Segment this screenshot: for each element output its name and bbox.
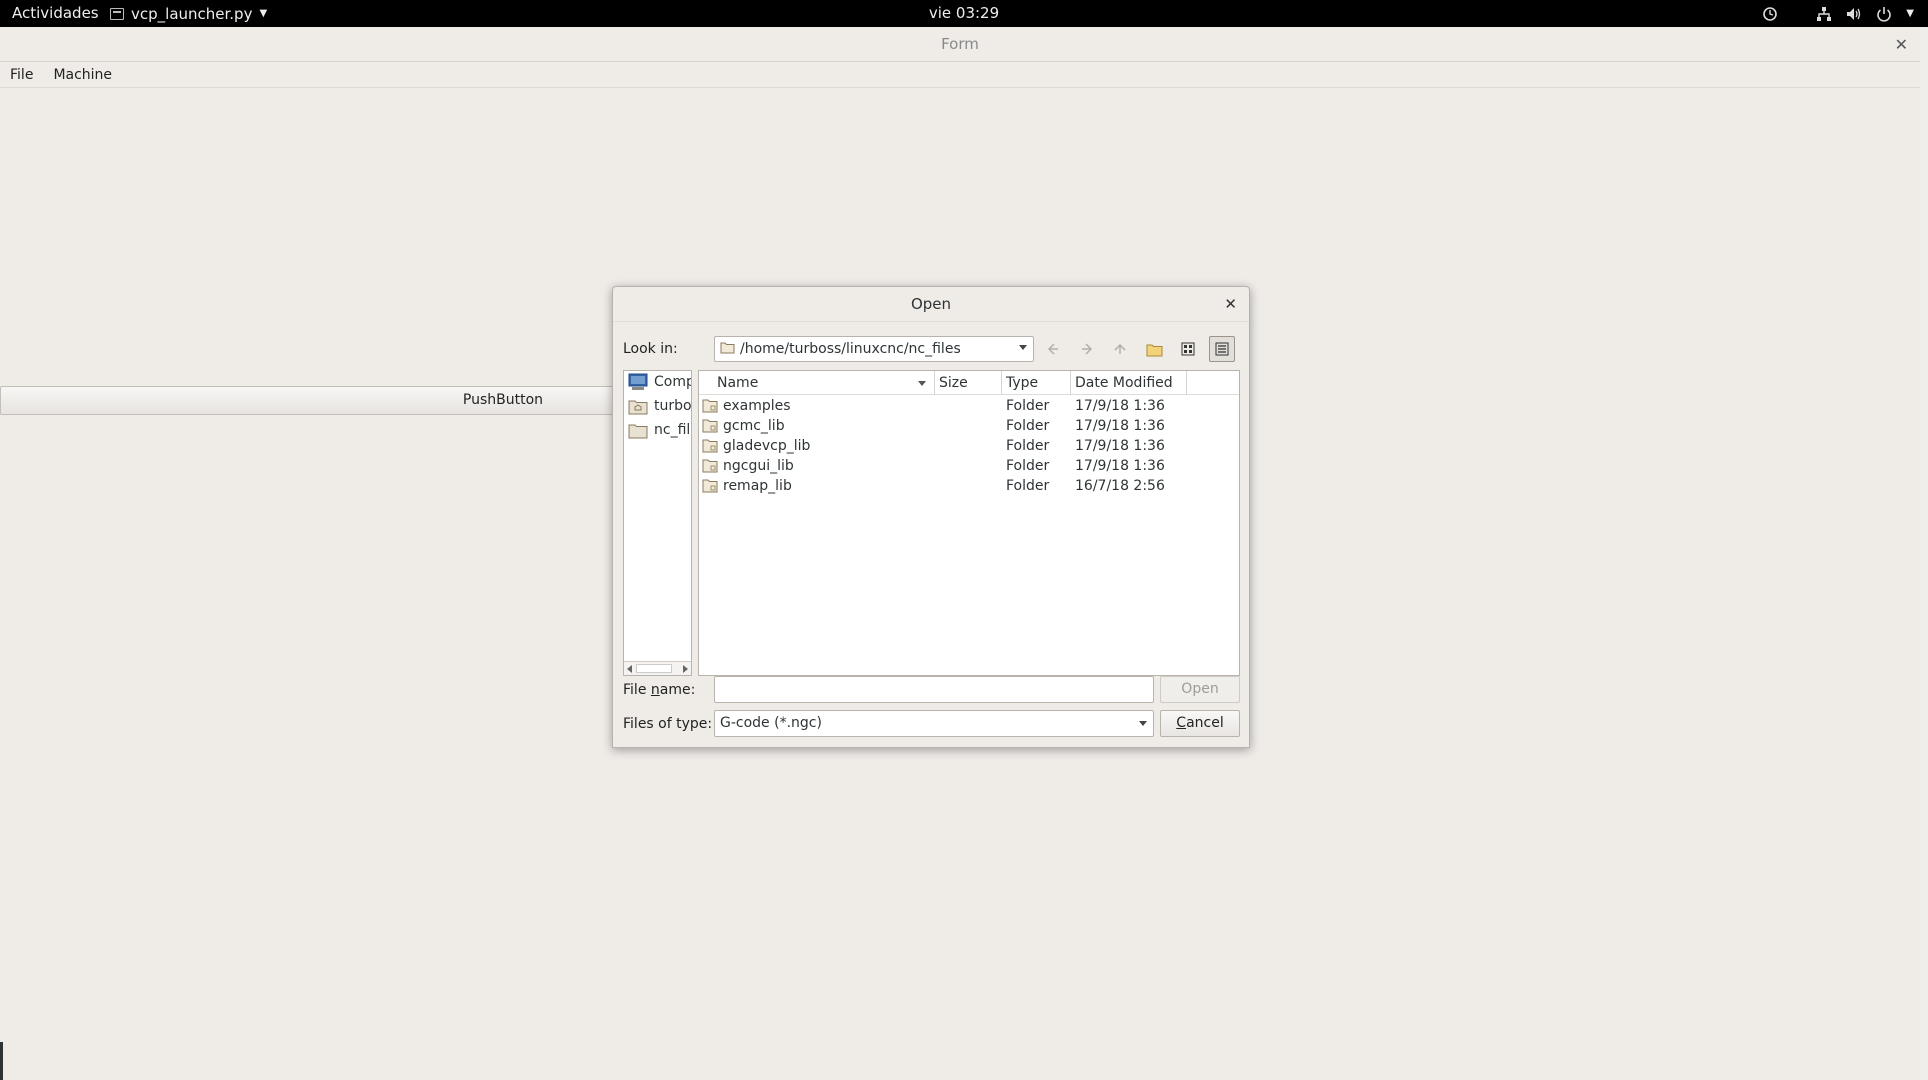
file-date: 17/9/18 1:36 xyxy=(1075,438,1165,454)
file-list: Name Size Type Date Modified examples Fo… xyxy=(698,370,1240,676)
sort-descending-icon xyxy=(918,381,926,386)
file-row[interactable]: ngcgui_lib Folder 17/9/18 1:36 xyxy=(699,456,1239,476)
file-name-label: File name: xyxy=(623,682,696,698)
clock[interactable]: vie 03:29 xyxy=(0,0,1928,27)
sidebar-item-label: turbo xyxy=(654,398,692,414)
app-menu[interactable]: vcp_launcher.py ▼ xyxy=(110,0,267,27)
chevron-down-icon[interactable] xyxy=(1019,345,1027,350)
folder-icon xyxy=(702,478,718,498)
files-of-type-combo[interactable]: G-code (*.ngc) xyxy=(714,710,1154,737)
menu-file[interactable]: File xyxy=(10,67,33,83)
computer-icon xyxy=(628,373,648,390)
chevron-down-icon: ▼ xyxy=(259,7,268,19)
file-name: ngcgui_lib xyxy=(723,458,794,474)
sidebar-item-label: Comp xyxy=(654,374,692,390)
close-icon[interactable]: ✕ xyxy=(1895,27,1908,62)
places-sidebar: Comp turbo nc_fil xyxy=(623,370,692,676)
open-button[interactable]: Open xyxy=(1160,676,1240,703)
app-menu-label: vcp_launcher.py xyxy=(131,4,253,23)
look-in-path: /home/turboss/linuxcnc/nc_files xyxy=(740,341,961,357)
file-name: examples xyxy=(723,398,791,414)
dialog-title: Open xyxy=(910,295,952,313)
file-date: 16/7/18 2:56 xyxy=(1075,478,1165,494)
file-name: gcmc_lib xyxy=(723,418,785,434)
folder-icon xyxy=(720,341,735,358)
new-folder-button[interactable] xyxy=(1141,336,1167,362)
folder-icon xyxy=(702,398,718,418)
file-row[interactable]: gcmc_lib Folder 17/9/18 1:36 xyxy=(699,416,1239,436)
window-titlebar[interactable]: Form ✕ xyxy=(0,27,1920,62)
list-view-button[interactable] xyxy=(1175,336,1201,362)
folder-icon xyxy=(702,438,718,458)
detail-view-button[interactable] xyxy=(1209,336,1235,362)
sidebar-scrollbar[interactable] xyxy=(624,661,691,675)
back-arrow-icon xyxy=(1047,343,1058,355)
file-row[interactable]: gladevcp_lib Folder 17/9/18 1:36 xyxy=(699,436,1239,456)
system-tray[interactable]: ▼ xyxy=(1762,0,1914,27)
sidebar-item-nc-files[interactable]: nc_fil xyxy=(628,419,690,441)
file-type: Folder xyxy=(1006,418,1050,434)
parent-directory-button[interactable] xyxy=(1107,336,1133,362)
column-header-date[interactable]: Date Modified xyxy=(1071,371,1187,395)
scrollbar-thumb[interactable] xyxy=(636,664,672,673)
menu-bar: File Machine xyxy=(0,62,1920,88)
chevron-down-icon[interactable]: ▼ xyxy=(1906,1,1914,27)
close-icon[interactable]: ✕ xyxy=(1224,287,1237,321)
files-of-type-value: G-code (*.ngc) xyxy=(720,715,822,731)
sidebar-item-home[interactable]: turbo xyxy=(628,395,692,417)
cancel-button[interactable]: Cancel xyxy=(1160,710,1240,737)
file-date: 17/9/18 1:36 xyxy=(1075,398,1165,414)
scroll-left-icon[interactable] xyxy=(627,665,632,673)
file-date: 17/9/18 1:36 xyxy=(1075,458,1165,474)
file-type: Folder xyxy=(1006,458,1050,474)
detail-view-icon xyxy=(1215,342,1229,356)
column-header-name[interactable]: Name xyxy=(699,371,935,395)
screen-edge-artifact xyxy=(0,1042,3,1080)
file-type: Folder xyxy=(1006,398,1050,414)
forward-arrow-icon xyxy=(1082,343,1093,355)
file-row[interactable]: remap_lib Folder 16/7/18 2:56 xyxy=(699,476,1239,496)
new-folder-icon xyxy=(1146,344,1162,356)
activities-button[interactable]: Actividades xyxy=(12,0,99,27)
file-type: Folder xyxy=(1006,438,1050,454)
sidebar-item-computer[interactable]: Comp xyxy=(628,371,692,393)
file-list-header: Name Size Type Date Modified xyxy=(699,371,1239,395)
column-header-label: Name xyxy=(717,375,759,391)
menu-machine[interactable]: Machine xyxy=(53,67,112,83)
window-edge xyxy=(1920,27,1928,1080)
file-row[interactable]: examples Folder 17/9/18 1:36 xyxy=(699,396,1239,416)
window-icon xyxy=(110,7,124,20)
file-type: Folder xyxy=(1006,478,1050,494)
chevron-down-icon[interactable] xyxy=(1139,721,1147,726)
file-date: 17/9/18 1:36 xyxy=(1075,418,1165,434)
gnome-top-bar: vie 03:29 Actividades vcp_launcher.py ▼ … xyxy=(0,0,1928,27)
sidebar-item-label: nc_fil xyxy=(654,422,691,438)
open-file-dialog: Open ✕ Look in: /home/turboss/linuxcnc/n… xyxy=(612,286,1250,748)
folder-icon xyxy=(702,418,718,438)
look-in-label: Look in: xyxy=(623,341,678,357)
file-name: remap_lib xyxy=(723,478,792,494)
folder-icon xyxy=(628,424,648,438)
dialog-titlebar[interactable]: Open ✕ xyxy=(613,287,1249,322)
back-button[interactable] xyxy=(1040,336,1066,362)
look-in-combo[interactable]: /home/turboss/linuxcnc/nc_files xyxy=(714,336,1034,362)
scroll-right-icon[interactable] xyxy=(683,665,688,673)
power-icon[interactable] xyxy=(1876,6,1892,22)
network-icon[interactable] xyxy=(1816,6,1832,22)
window-title: Form xyxy=(941,35,979,53)
list-view-icon xyxy=(1181,342,1195,356)
home-folder-icon xyxy=(628,400,648,414)
up-arrow-icon xyxy=(1114,343,1126,354)
folder-icon xyxy=(702,458,718,478)
file-name-input[interactable] xyxy=(714,676,1154,703)
files-of-type-label: Files of type: xyxy=(623,716,713,732)
column-header-size[interactable]: Size xyxy=(935,371,1002,395)
column-header-type[interactable]: Type xyxy=(1002,371,1071,395)
sync-icon[interactable] xyxy=(1762,6,1778,22)
file-name: gladevcp_lib xyxy=(723,438,811,454)
volume-icon[interactable] xyxy=(1846,6,1862,22)
forward-button[interactable] xyxy=(1074,336,1100,362)
